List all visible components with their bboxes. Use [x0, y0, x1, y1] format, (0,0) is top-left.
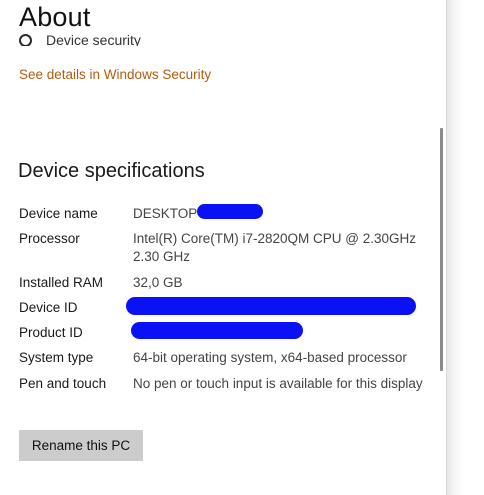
spec-value: Intel(R) Core(TM) i7-2820QM CPU @ 2.30GH… — [133, 231, 417, 264]
shield-status-icon — [19, 33, 32, 46]
redaction-mark — [131, 322, 303, 339]
windows-security-link[interactable]: See details in Windows Security — [19, 67, 211, 82]
spec-value: No pen or touch input is available for t… — [133, 376, 423, 391]
device-specifications-heading: Device specifications — [18, 160, 205, 182]
redaction-mark — [197, 204, 263, 219]
spec-label: Product ID — [19, 325, 83, 340]
spec-label: Device ID — [19, 300, 78, 315]
spec-label: Processor — [19, 231, 80, 246]
settings-window: About Device security See details in Win… — [0, 0, 447, 495]
spec-label: Installed RAM — [19, 275, 104, 290]
spec-value: DESKTOP- — [133, 206, 202, 221]
redaction-mark — [126, 297, 416, 315]
spec-value: 64-bit operating system, x64-based proce… — [133, 350, 407, 365]
device-security-row: Device security — [19, 26, 219, 46]
spec-label: System type — [19, 350, 94, 365]
rename-pc-button[interactable]: Rename this PC — [19, 430, 143, 461]
scrollbar-thumb[interactable] — [440, 128, 443, 371]
spec-value: 32,0 GB — [133, 275, 183, 290]
window-shadow — [447, 0, 484, 495]
spec-label: Pen and touch — [19, 376, 107, 391]
spec-label: Device name — [19, 206, 98, 221]
device-security-label: Device security — [46, 32, 141, 46]
